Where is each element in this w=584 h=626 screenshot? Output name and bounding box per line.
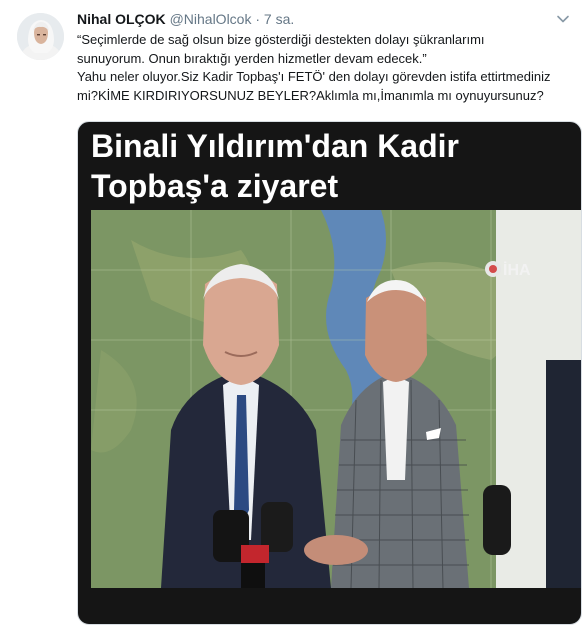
media-title-line: Topbaş'a ziyaret <box>91 168 339 204</box>
media-photo: İHA <box>91 210 581 588</box>
tweet-media[interactable]: Binali Yıldırım'dan Kadir Topbaş'a ziyar… <box>77 121 582 625</box>
tweet-text-line: Yahu neler oluyor.Siz Kadir Topbaş'ı FET… <box>77 69 551 84</box>
media-title: Binali Yıldırım'dan Kadir Topbaş'a ziyar… <box>91 126 459 206</box>
chevron-down-icon[interactable] <box>556 12 570 26</box>
separator: · <box>255 11 261 27</box>
media-title-line: Binali Yıldırım'dan Kadir <box>91 128 459 164</box>
tweet-text-line: “Seçimlerde de sağ olsun bize gösterdiği… <box>77 32 485 47</box>
tweet-text-line: sunuyorum. Onun bıraktığı yerden hizmetl… <box>77 50 427 66</box>
tweet[interactable]: Nihal OLÇOK @NihalOlcok · 7 sa. “Seçimle… <box>0 0 584 626</box>
tweet-header: Nihal OLÇOK @NihalOlcok · 7 sa. <box>77 11 294 27</box>
tweet-text: “Seçimlerde de sağ olsun bize gösterdiği… <box>77 31 577 105</box>
tweet-text-line: mi?KİME KIRDIRIYORSUNUZ BEYLER?Aklımla m… <box>77 87 544 103</box>
watermark-logo: İHA <box>485 261 531 279</box>
author-name[interactable]: Nihal OLÇOK <box>77 11 166 27</box>
author-handle[interactable]: @NihalOlcok <box>170 11 252 27</box>
watermark-text: İHA <box>503 261 531 279</box>
avatar[interactable] <box>17 13 64 60</box>
timestamp[interactable]: 7 sa. <box>264 11 294 27</box>
